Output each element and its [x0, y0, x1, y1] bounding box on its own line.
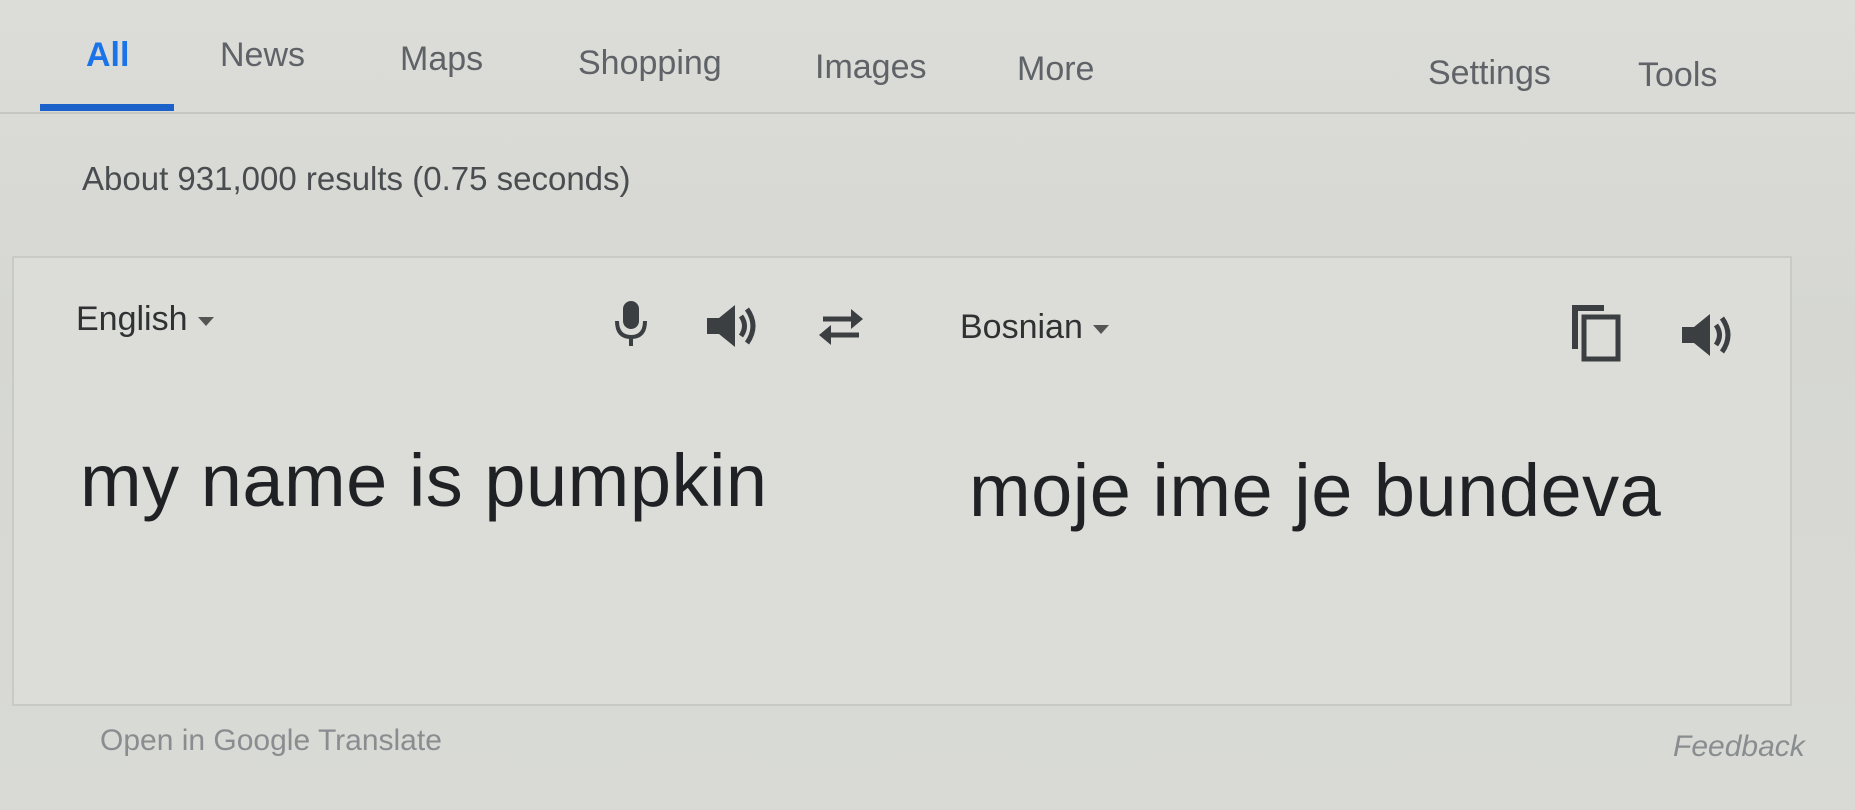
tab-shopping[interactable]: Shopping: [578, 44, 722, 83]
swap-languages-icon[interactable]: [808, 298, 874, 354]
source-language-select[interactable]: English: [76, 300, 214, 339]
tab-settings[interactable]: Settings: [1428, 54, 1551, 93]
target-language-label: Bosnian: [960, 308, 1083, 346]
target-language-select[interactable]: Bosnian: [960, 308, 1109, 347]
feedback-link[interactable]: Feedback: [1673, 730, 1805, 764]
tab-maps[interactable]: Maps: [400, 40, 483, 79]
speaker-icon[interactable]: [700, 296, 764, 356]
source-text[interactable]: my name is pumpkin: [80, 438, 768, 523]
search-results-page: All News Maps Shopping Images More Setti…: [0, 0, 1855, 810]
tab-news[interactable]: News: [220, 36, 305, 75]
chevron-down-icon: [197, 316, 214, 326]
tab-more[interactable]: More: [1017, 50, 1094, 89]
chevron-down-icon: [1092, 324, 1109, 334]
search-tabs-bar: All News Maps Shopping Images More Setti…: [0, 0, 1855, 114]
translate-card: English Bosnian my name is pumpkin moje …: [12, 256, 1792, 706]
active-tab-indicator: [40, 104, 174, 111]
translated-text: moje ime je bundeva: [969, 449, 1662, 532]
tab-tools[interactable]: Tools: [1638, 56, 1717, 95]
result-stats: About 931,000 results (0.75 seconds): [82, 160, 631, 197]
open-in-google-translate-link[interactable]: Open in Google Translate: [100, 724, 442, 758]
speaker-icon[interactable]: [1674, 304, 1740, 366]
microphone-icon[interactable]: [606, 294, 656, 354]
tab-all[interactable]: All: [86, 36, 129, 75]
tab-images[interactable]: Images: [815, 48, 927, 87]
copy-icon[interactable]: [1560, 294, 1630, 368]
source-language-label: English: [76, 300, 188, 338]
